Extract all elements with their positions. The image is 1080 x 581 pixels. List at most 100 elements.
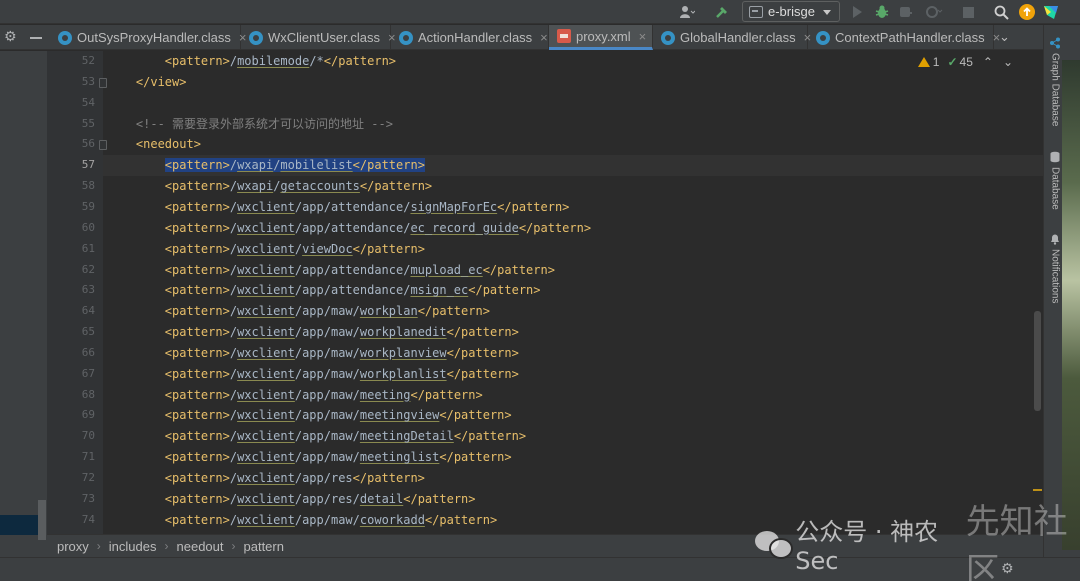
code-line[interactable]: <pattern>/wxclient/app/attendance/signMa… — [107, 197, 570, 218]
code-line[interactable]: <pattern>/wxclient/app/maw/meetinglist</… — [107, 447, 512, 468]
tab-list-chevron-icon[interactable]: ⌄ — [999, 30, 1010, 45]
run-icon[interactable] — [848, 2, 866, 22]
ok-count: 45 — [959, 55, 973, 69]
code-line[interactable]: <needout> — [107, 134, 201, 155]
line-number: 64 — [81, 304, 95, 318]
debug-bug-icon[interactable] — [872, 2, 892, 22]
inspection-widget[interactable]: 1 ✓ 45 ⌃ ⌄ — [917, 55, 1013, 69]
code-line[interactable]: <pattern>/wxclient/viewDoc</pattern> — [107, 239, 425, 260]
code-line[interactable]: <pattern>/wxapi/getaccounts</pattern> — [107, 176, 432, 197]
main-toolbar: e-brisge — [0, 0, 1080, 24]
line-number: 65 — [81, 325, 95, 339]
tool-label: Notifications — [1049, 249, 1061, 304]
code-line[interactable]: <pattern>/mobilemode/*</pattern> — [107, 51, 396, 72]
code-line[interactable]: <pattern>/wxapi/mobilelist</pattern> — [107, 155, 425, 176]
tool-label: Graph Database — [1049, 53, 1061, 127]
line-number: 71 — [81, 450, 95, 464]
class-icon — [249, 30, 263, 45]
update-arrow-icon[interactable] — [1017, 2, 1037, 22]
code-line[interactable]: <pattern>/wxclient/app/attendance/msign_… — [107, 280, 541, 301]
line-number: 68 — [81, 387, 95, 401]
code-editor[interactable]: 52 53 54 55 56 57 58 59 60 61 62 63 64 65 66 67 68 69 70 71… — [47, 51, 1043, 534]
gear-icon[interactable]: ⚙ — [4, 30, 18, 44]
line-number: 61 — [81, 241, 95, 255]
database-icon — [1050, 151, 1060, 163]
chevron-right-icon: › — [164, 539, 169, 553]
code-line[interactable]: <pattern>/wxclient/app/maw/workplanedit<… — [107, 322, 519, 343]
line-number: 66 — [81, 345, 95, 359]
breadcrumb: proxy › includes › needout › pattern — [47, 534, 1043, 557]
project-scrollbar[interactable] — [38, 500, 46, 540]
code-line[interactable]: <pattern>/wxclient/app/attendance/muploa… — [107, 260, 555, 281]
stop-icon[interactable] — [960, 2, 976, 22]
code-line[interactable]: <pattern>/wxclient/app/maw/workplan</pat… — [107, 301, 490, 322]
chevron-right-icon: › — [96, 539, 101, 553]
line-number: 72 — [81, 471, 95, 484]
run-configuration-select[interactable]: e-brisge — [742, 1, 840, 22]
tab-label: ActionHandler.class — [418, 30, 533, 45]
tab-label: GlobalHandler.class — [680, 30, 796, 45]
tool-label: Database — [1049, 167, 1061, 210]
tab-outsysproxyhandler[interactable]: OutSysProxyHandler.class × — [50, 25, 247, 50]
tab-wxclientuser[interactable]: WxClientUser.class × — [241, 25, 396, 50]
code-line[interactable]: </view> — [107, 72, 187, 93]
check-icon: ✓ — [947, 55, 958, 69]
build-hammer-icon[interactable] — [710, 2, 734, 22]
code-line[interactable]: <pattern>/wxclient/app/maw/workplanview<… — [107, 343, 519, 364]
tab-label: ContextPathHandler.class — [835, 30, 985, 45]
editor-scrollbar[interactable] — [1034, 311, 1041, 411]
fold-marker-icon[interactable] — [99, 140, 107, 151]
tab-proxy-xml[interactable]: proxy.xml × — [549, 25, 653, 50]
gear-icon[interactable]: ⚙ — [1001, 561, 1014, 577]
coverage-icon[interactable] — [897, 2, 915, 22]
chevron-right-icon: › — [231, 539, 236, 553]
warning-stripe-marker[interactable] — [1033, 489, 1042, 491]
fold-marker-icon[interactable] — [99, 77, 107, 88]
line-number: 73 — [81, 491, 95, 505]
line-number: 74 — [81, 512, 95, 526]
selected-tree-item[interactable] — [0, 515, 38, 535]
code-line[interactable]: <pattern>/wxclient/app/maw/meetingDetail… — [107, 426, 526, 447]
breadcrumb-item[interactable]: needout — [177, 539, 224, 554]
profile-icon[interactable] — [922, 2, 946, 22]
code-line[interactable]: <pattern>/wxclient/app/maw/meetingview</… — [107, 405, 512, 426]
search-icon[interactable] — [991, 2, 1011, 22]
tab-actionhandler[interactable]: ActionHandler.class × — [391, 25, 549, 50]
code-line[interactable]: <pattern>/wxclient/app/attendance/ec_rec… — [107, 218, 591, 239]
class-icon — [816, 30, 830, 45]
background-photo-edge — [1062, 60, 1080, 550]
line-number: 58 — [81, 179, 95, 193]
jetbrains-toolbox-icon[interactable] — [1041, 2, 1061, 22]
breadcrumb-item[interactable]: proxy — [57, 539, 89, 554]
line-number: 63 — [81, 283, 95, 297]
close-icon[interactable]: × — [540, 30, 548, 45]
tab-globalhandler[interactable]: GlobalHandler.class × — [653, 25, 811, 50]
code-line[interactable]: <pattern>/wxclient/app/maw/workplanlist<… — [107, 364, 519, 385]
code-line[interactable]: <!-- 需要登录外部系统才可以访问的地址 --> — [107, 114, 393, 135]
tab-label: proxy.xml — [576, 28, 631, 44]
line-number: 55 — [81, 116, 95, 130]
line-number: 54 — [81, 95, 95, 109]
line-number: 62 — [81, 262, 95, 276]
breadcrumb-item[interactable]: includes — [109, 539, 157, 554]
user-icon[interactable] — [674, 2, 700, 22]
class-icon — [661, 30, 675, 45]
code-line[interactable]: <pattern>/wxclient/app/res</pattern> — [107, 468, 425, 489]
code-line[interactable]: <pattern>/wxclient/app/maw/meeting</patt… — [107, 385, 483, 406]
status-bar: ⚙ — [0, 557, 1080, 581]
chevron-down-icon[interactable]: ⌄ — [1003, 55, 1013, 69]
line-number: 56 — [81, 137, 95, 151]
code-line[interactable]: <pattern>/wxclient/app/res/detail</patte… — [107, 489, 476, 510]
breadcrumb-item[interactable]: pattern — [244, 539, 284, 554]
line-number: 57 — [81, 158, 95, 172]
class-icon — [58, 30, 72, 45]
bell-icon — [1051, 234, 1059, 245]
minimize-icon[interactable] — [30, 37, 42, 39]
line-number: 53 — [81, 74, 95, 88]
close-icon[interactable]: × — [639, 29, 647, 44]
code-line[interactable]: <pattern>/wxclient/app/maw/coworkadd</pa… — [107, 510, 497, 531]
chevron-down-icon — [823, 10, 831, 15]
run-config-label: e-brisge — [768, 4, 815, 19]
tab-contextpathhandler[interactable]: ContextPathHandler.class × — [808, 25, 1000, 50]
chevron-up-icon[interactable]: ⌃ — [983, 55, 993, 69]
